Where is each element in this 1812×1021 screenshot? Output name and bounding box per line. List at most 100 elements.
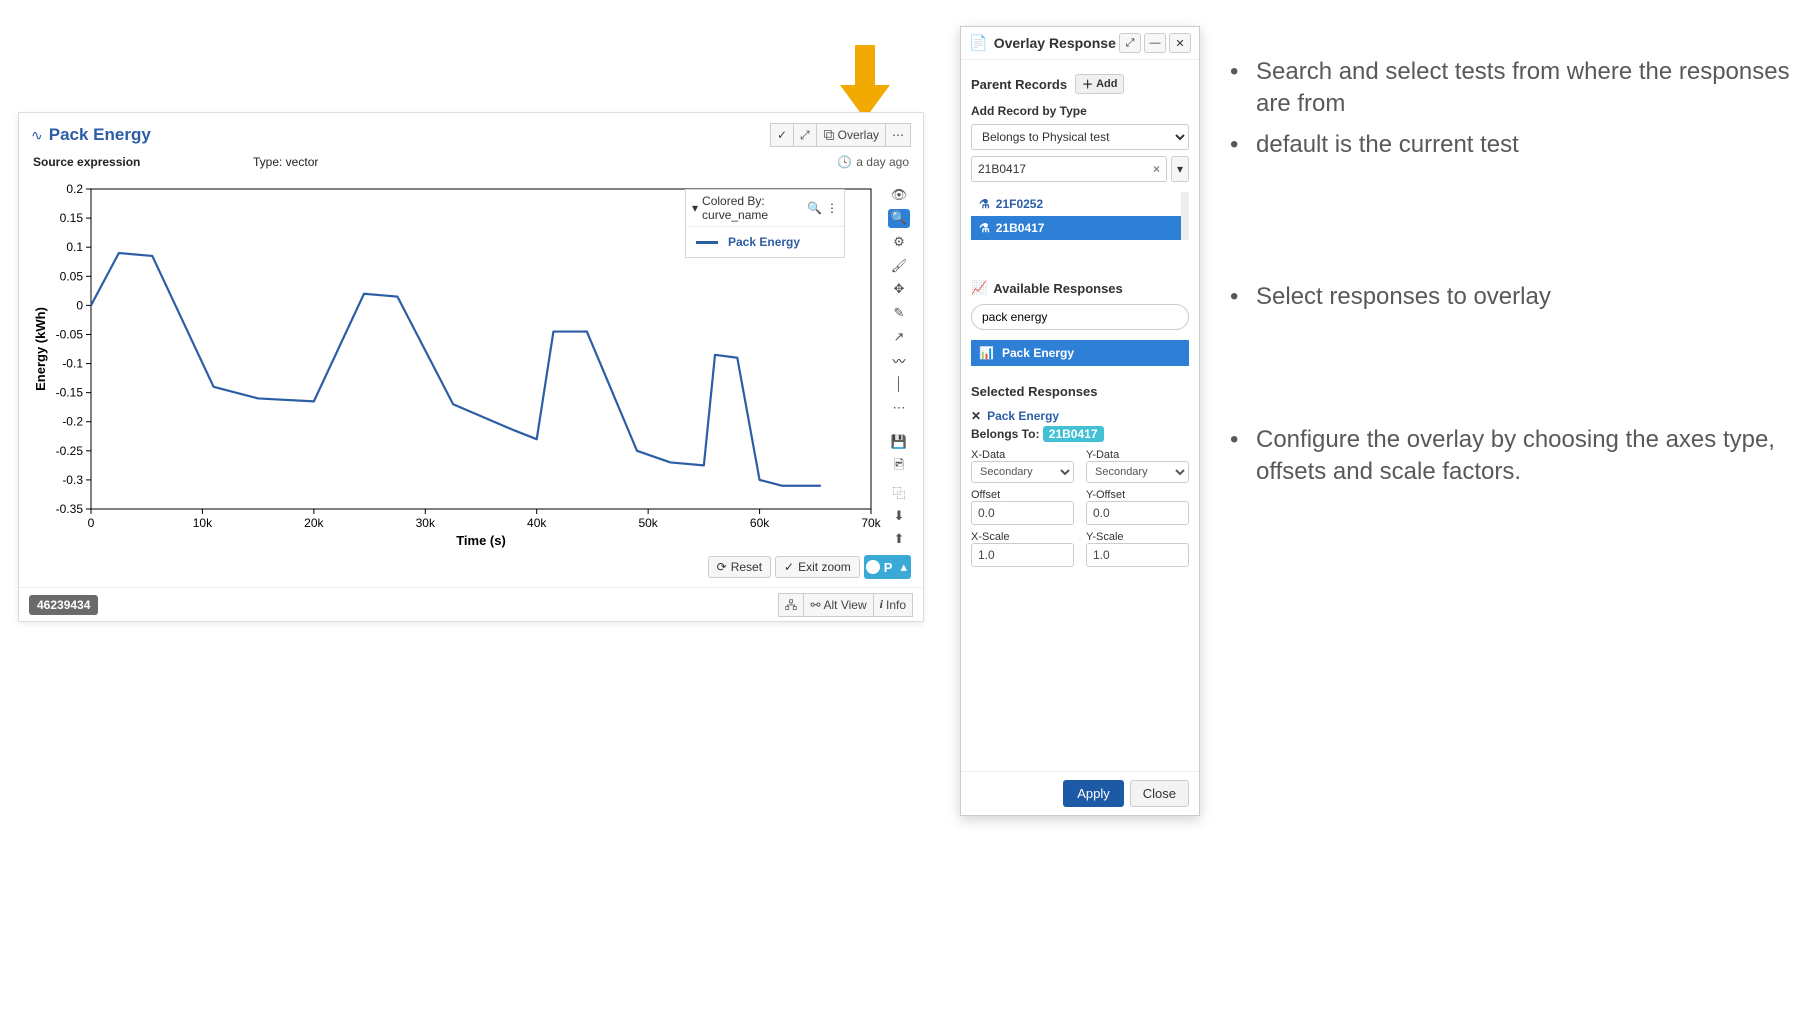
svg-text:-0.25: -0.25 [56, 444, 84, 458]
type-label: Type: vector [253, 155, 837, 169]
pencil-icon[interactable]: ✎ [888, 303, 910, 323]
remove-selected-icon[interactable]: ✕ [971, 409, 981, 423]
info-label: Info [886, 598, 906, 612]
svg-text:40k: 40k [527, 516, 547, 530]
vline-icon[interactable]: │ [888, 374, 910, 394]
move-icon[interactable]: ✥ [888, 280, 910, 300]
toggle-knob [866, 560, 880, 574]
image-icon[interactable]: 🖻 [888, 456, 910, 478]
legend-item-label: Pack Energy [728, 235, 800, 249]
record-item[interactable]: ⚗21B0417 [971, 216, 1181, 240]
svg-text:-0.2: -0.2 [62, 415, 83, 429]
available-responses-heading: Available Responses [993, 281, 1123, 296]
p-label: P [884, 560, 893, 575]
brush-icon[interactable]: 🖌 [888, 256, 910, 276]
record-list: ⚗ 21F0252 ⚗21B0417 [971, 192, 1189, 240]
legend-swatch [696, 241, 718, 244]
svg-text:30k: 30k [416, 516, 436, 530]
record-type-select[interactable]: Belongs to Physical test [971, 124, 1189, 150]
info-button[interactable]: i Info [874, 593, 913, 617]
hierarchy-button[interactable] [778, 593, 804, 617]
flask-icon: ⚗ [979, 197, 990, 211]
alt-view-button[interactable]: ⚯ Alt View [804, 593, 873, 617]
available-response-label: Pack Energy [1002, 346, 1074, 360]
add-record-button[interactable]: ＋ Add [1075, 74, 1124, 94]
svg-text:50k: 50k [638, 516, 658, 530]
check-button[interactable]: ✓ [770, 123, 794, 147]
yscale-label: Y-Scale [1086, 531, 1189, 543]
selected-responses-heading: Selected Responses [971, 384, 1189, 399]
xscale-input[interactable] [971, 543, 1074, 567]
overlay-button[interactable]: Overlay [817, 123, 886, 147]
yscale-input[interactable] [1086, 543, 1189, 567]
xdata-select[interactable]: Secondary [971, 461, 1074, 483]
record-item-label: 21F0252 [996, 197, 1043, 211]
legend-search-icon[interactable]: 🔍 [807, 201, 822, 215]
close-button[interactable]: Close [1130, 780, 1189, 807]
overlay-title: Overlay Response [994, 35, 1116, 51]
p-toggle[interactable]: P ▴ [864, 555, 911, 579]
legend-menu-icon[interactable]: ⋮ [826, 201, 838, 215]
record-search-value: 21B0417 [978, 162, 1026, 176]
svg-text:-0.3: -0.3 [62, 473, 83, 487]
link-icon: ⚯ [810, 598, 820, 612]
more-tools-icon[interactable]: ⋯ [888, 398, 910, 418]
svg-text:0.15: 0.15 [60, 211, 84, 225]
ydata-select[interactable]: Secondary [1086, 461, 1189, 483]
exit-zoom-button[interactable]: ✓ Exit zoom [775, 556, 860, 578]
svg-text:0.2: 0.2 [66, 182, 83, 196]
svg-text:0.05: 0.05 [60, 269, 84, 283]
eye-icon[interactable]: 👁 [888, 185, 910, 205]
close-window-button[interactable]: ✕ [1169, 33, 1191, 53]
svg-text:0.1: 0.1 [66, 240, 83, 254]
belongs-to-tag[interactable]: 21B0417 [1043, 426, 1104, 442]
record-search-dropdown[interactable]: ▾ [1171, 156, 1189, 182]
annotation-notes: Search and select tests from where the r… [1230, 56, 1790, 496]
svg-text:-0.15: -0.15 [56, 386, 84, 400]
zoom-icon[interactable]: 🔍 [888, 209, 910, 229]
svg-text:Time (s): Time (s) [456, 533, 506, 548]
download-icon[interactable]: ⬇ [888, 506, 910, 526]
plot-toolbar: 👁 🔍 ⚙ 🖌 ✥ ✎ ↗ 〰 │ ⋯ 💾 🖻 ⿻ ⬇ ⬆ [885, 179, 913, 549]
parent-records-heading: Parent Records [971, 77, 1067, 92]
response-search-input[interactable] [971, 304, 1189, 330]
clock-icon: 🕓 [837, 155, 852, 169]
note-bullet: Configure the overlay by choosing the ax… [1230, 424, 1790, 489]
arrow-icon[interactable]: ↗ [888, 327, 910, 347]
response-icon: 📊 [979, 346, 994, 360]
upload-icon[interactable]: ⬆ [888, 529, 910, 549]
age-text: a day ago [856, 155, 909, 169]
record-id-badge[interactable]: 46239434 [29, 595, 98, 615]
record-search-input[interactable]: 21B0417 × [971, 156, 1167, 182]
save-icon[interactable]: 💾 [888, 433, 910, 453]
chevron-up-icon: ▴ [900, 559, 907, 575]
toolbar-spacer [888, 421, 910, 428]
ydata-label: Y-Data [1086, 449, 1189, 461]
add-by-type-label: Add Record by Type [971, 104, 1189, 118]
clear-search-icon[interactable]: × [1153, 162, 1160, 176]
expand-window-button[interactable]: ⤢ [1119, 33, 1141, 53]
age-label: 🕓 a day ago [837, 155, 909, 169]
gear-icon[interactable]: ⚙ [888, 232, 910, 252]
minimize-window-button[interactable]: — [1144, 33, 1166, 53]
apply-button[interactable]: Apply [1063, 780, 1124, 807]
expand-button[interactable]: ⤢ [794, 123, 817, 147]
more-button[interactable]: ⋯ [886, 123, 911, 147]
reset-button[interactable]: ⟳ Reset [708, 556, 771, 578]
svg-text:0: 0 [76, 298, 83, 312]
record-item[interactable]: ⚗ 21F0252 [971, 192, 1181, 216]
available-response-item[interactable]: 📊 Pack Energy [971, 340, 1189, 366]
yoffset-input[interactable] [1086, 501, 1189, 525]
svg-text:0: 0 [88, 516, 95, 530]
xscale-label: X-Scale [971, 531, 1074, 543]
legend-item[interactable]: Pack Energy [686, 227, 844, 257]
line-icon[interactable]: 〰 [888, 350, 910, 370]
chevron-down-icon[interactable]: ▾ [692, 201, 698, 215]
note-bullet: Select responses to overlay [1230, 281, 1790, 313]
svg-text:-0.35: -0.35 [56, 502, 84, 516]
copy-icon[interactable]: ⿻ [888, 482, 910, 502]
offset-input[interactable] [971, 501, 1074, 525]
note-bullet: Search and select tests from where the r… [1230, 56, 1790, 121]
chart-line-icon: 📈 [971, 280, 987, 296]
note-bullet: default is the current test [1230, 129, 1790, 161]
